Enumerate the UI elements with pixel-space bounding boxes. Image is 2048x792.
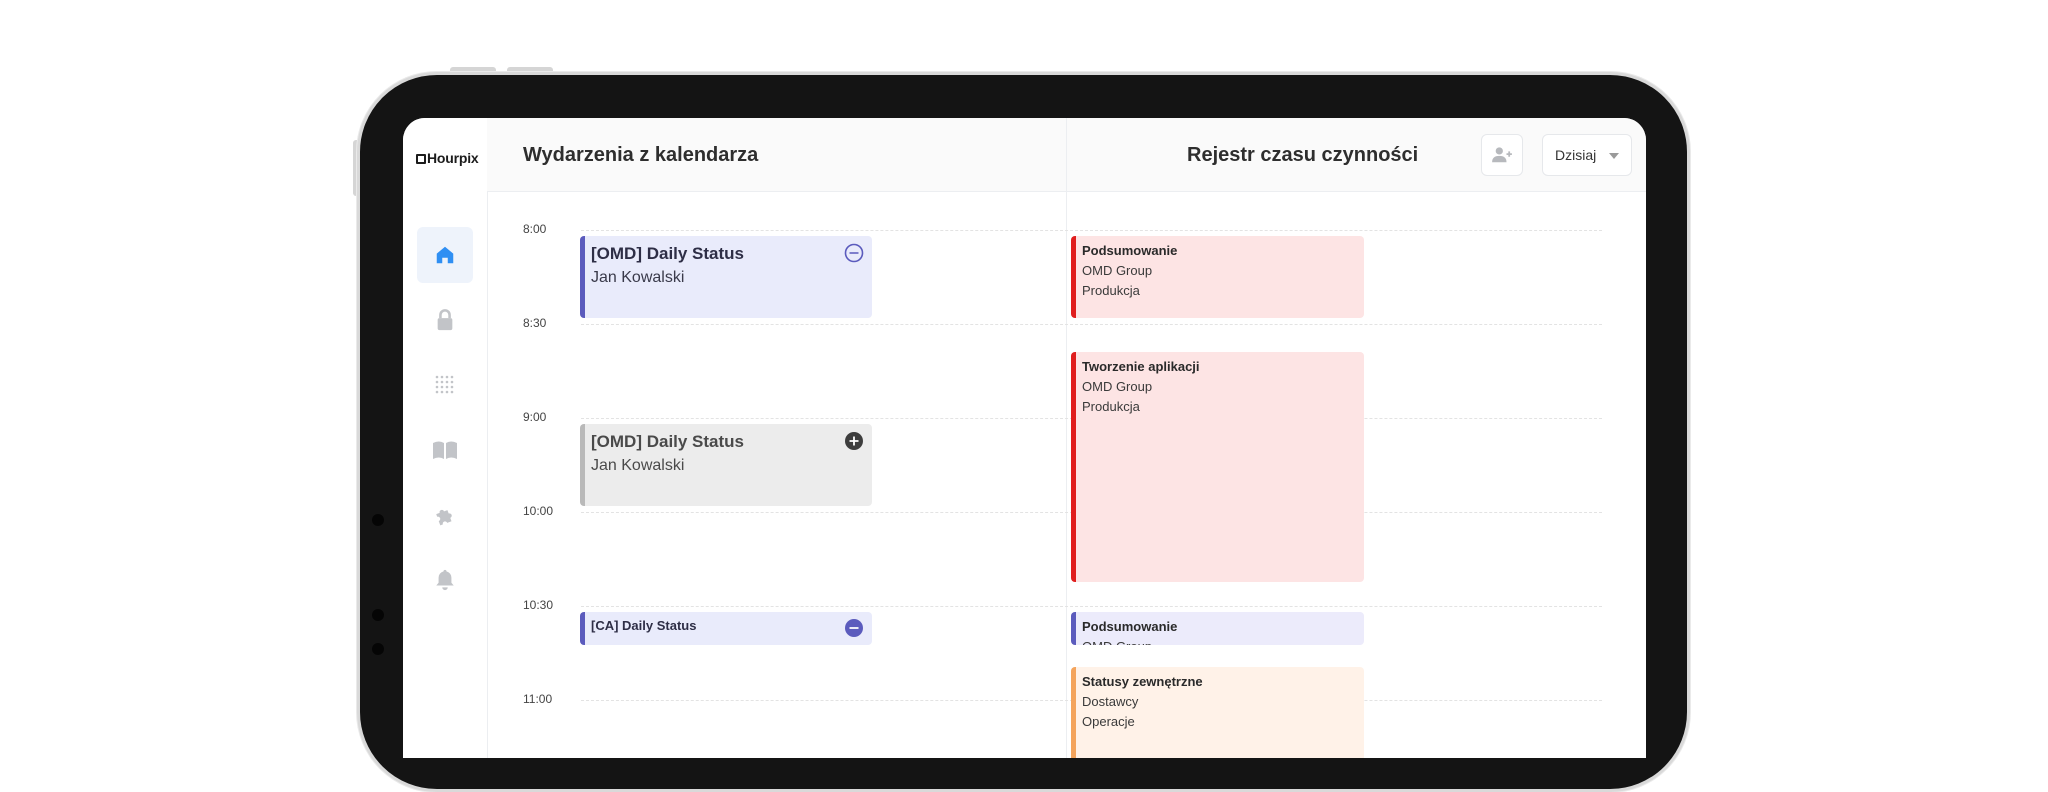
entry-client: OMD Group: [1082, 263, 1153, 278]
time-label: 8:00: [523, 222, 547, 236]
camera-dot: [372, 643, 384, 655]
sidebar-item-grid[interactable]: [417, 357, 473, 413]
logo-mark-icon: [416, 154, 426, 164]
time-label: 10:30: [523, 598, 554, 612]
app-logo[interactable]: Hourpix: [416, 150, 479, 166]
time-log-entry[interactable]: Podsumowanie OMD Group: [1071, 612, 1364, 645]
lock-icon: [437, 309, 453, 331]
timeline-gridline: [581, 324, 1602, 325]
event-attendee: Jan Kowalski: [591, 457, 685, 474]
sidebar-item-home[interactable]: [417, 227, 473, 283]
time-label: 10:00: [523, 504, 554, 518]
book-icon: [433, 441, 457, 459]
puzzle-icon: [436, 509, 452, 526]
event-title: [CA] Daily Status: [591, 618, 697, 633]
event-title: [OMD] Daily Status: [591, 432, 745, 451]
calendar-event[interactable]: [OMD] Daily Status Jan Kowalski: [580, 236, 872, 318]
remove-circle-icon[interactable]: [844, 243, 864, 263]
add-person-button[interactable]: [1481, 134, 1523, 176]
entry-title: Podsumowanie: [1082, 243, 1178, 258]
entry-title: Podsumowanie: [1082, 619, 1178, 634]
entry-title: Tworzenie aplikacji: [1082, 359, 1200, 374]
camera-dot: [372, 609, 384, 621]
time-label: 8:30: [523, 316, 547, 330]
sidebar: Hourpix: [403, 118, 488, 758]
logo-text: Hourpix: [427, 150, 479, 166]
calendar-event[interactable]: [CA] Daily Status: [580, 612, 872, 645]
timeline-gridline: [581, 230, 1602, 231]
timeline-gridline: [581, 606, 1602, 607]
entry-client: OMD Group: [1082, 637, 1364, 645]
column-divider: [1066, 118, 1067, 758]
calendar-events-title: Wydarzenia z kalendarza: [523, 144, 759, 166]
entry-client: Dostawcy: [1082, 694, 1139, 709]
entry-title: Statusy zewnętrzne: [1082, 674, 1203, 689]
dots-grid-icon: [435, 375, 454, 394]
sidebar-item-notifications[interactable]: [417, 552, 473, 608]
time-log-title: Rejestr czasu czynności: [1187, 144, 1419, 166]
home-icon: [436, 246, 454, 264]
sidebar-item-integrations[interactable]: [417, 487, 473, 543]
date-range-value: Dzisiaj: [1555, 147, 1597, 163]
sidebar-item-lock[interactable]: [417, 292, 473, 348]
time-label: 9:00: [523, 410, 547, 424]
add-person-icon: [1492, 147, 1512, 163]
entry-client: OMD Group: [1082, 379, 1153, 394]
app-screen: Hourpix Wydarzenia z kalendarza Rejestr …: [403, 118, 1646, 758]
calendar-event-inactive[interactable]: [OMD] Daily Status Jan Kowalski: [580, 424, 872, 506]
event-title: [OMD] Daily Status: [591, 244, 745, 263]
date-range-select[interactable]: Dzisiaj: [1542, 134, 1632, 176]
time-log-entry[interactable]: Statusy zewnętrzne Dostawcy Operacje: [1071, 667, 1364, 758]
sidebar-item-book[interactable]: [417, 422, 473, 478]
time-label: 11:00: [523, 692, 553, 706]
camera-dot: [372, 514, 384, 526]
entry-category: Produkcja: [1082, 283, 1140, 298]
chevron-down-icon: [1609, 153, 1619, 159]
remove-circle-icon[interactable]: [844, 618, 864, 638]
time-log-entry[interactable]: Podsumowanie OMD Group Produkcja: [1071, 236, 1364, 318]
event-attendee: Jan Kowalski: [591, 269, 685, 286]
entry-category: Operacje: [1082, 714, 1135, 729]
time-log-entry[interactable]: Tworzenie aplikacji OMD Group Produkcja: [1071, 352, 1364, 582]
entry-category: Produkcja: [1082, 399, 1140, 414]
bell-icon: [436, 569, 454, 591]
add-circle-icon[interactable]: [844, 431, 864, 451]
